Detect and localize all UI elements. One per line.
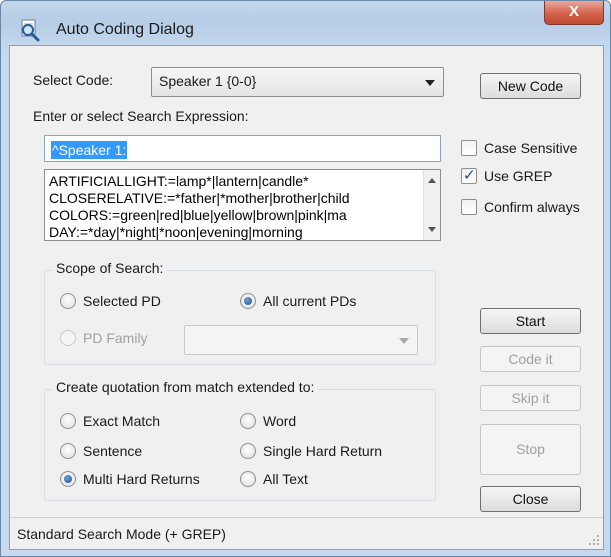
pd-family-radio[interactable]: [60, 330, 76, 346]
single-hard-return-radio[interactable]: [240, 443, 256, 459]
window-title: Auto Coding Dialog: [56, 21, 194, 38]
list-item[interactable]: DAY:=*day|*night|*noon|evening|morning: [49, 224, 303, 240]
select-code-dropdown[interactable]: Speaker 1 {0-0}: [151, 67, 444, 97]
all-current-pds-label: All current PDs: [263, 293, 357, 309]
select-code-label: Select Code:: [33, 72, 114, 88]
radio-selected-dot: [244, 297, 252, 305]
scroll-up-icon[interactable]: [428, 178, 436, 183]
scroll-down-icon[interactable]: [428, 227, 436, 232]
all-text-label: All Text: [263, 471, 308, 487]
close-icon: X: [568, 3, 579, 20]
select-code-value: Speaker 1 {0-0}: [159, 73, 257, 89]
confirm-always-checkbox[interactable]: [461, 199, 477, 215]
selected-pd-radio[interactable]: [60, 293, 76, 309]
dialog-body: Select Code: Speaker 1 {0-0} New Code En…: [9, 45, 604, 550]
start-button[interactable]: Start: [480, 308, 581, 334]
chevron-down-icon: [425, 80, 435, 86]
chevron-down-icon: [399, 338, 409, 344]
skip-it-button[interactable]: Skip it: [480, 385, 581, 411]
sentence-radio[interactable]: [60, 443, 76, 459]
search-expression-value: ^Speaker 1:: [51, 141, 128, 159]
use-grep-checkbox[interactable]: ✓: [461, 167, 477, 184]
status-text: Standard Search Mode (+ GREP): [17, 526, 226, 542]
confirm-always-label: Confirm always: [484, 199, 580, 215]
exact-match-radio[interactable]: [60, 413, 76, 429]
selected-pd-label: Selected PD: [83, 293, 161, 309]
pd-family-dropdown[interactable]: [184, 325, 418, 355]
stop-button[interactable]: Stop: [480, 424, 581, 475]
single-hard-return-label: Single Hard Return: [263, 443, 383, 459]
window-close-button[interactable]: X: [544, 1, 604, 25]
search-expression-list[interactable]: ARTIFICIALLIGHT:=lamp*|lantern|candle* C…: [44, 169, 441, 241]
magnifier-icon: [21, 19, 40, 42]
checkmark-icon: ✓: [463, 167, 476, 184]
multi-hard-returns-label: Multi Hard Returns: [83, 471, 200, 487]
pd-family-label: PD Family: [83, 330, 148, 346]
search-expression-input[interactable]: ^Speaker 1:: [44, 135, 441, 162]
case-sensitive-label: Case Sensitive: [484, 140, 578, 156]
code-it-button[interactable]: Code it: [480, 346, 581, 372]
title-bar[interactable]: Auto Coding Dialog X: [1, 1, 610, 42]
radio-selected-dot: [64, 475, 72, 483]
multi-hard-returns-radio[interactable]: [60, 471, 76, 487]
sentence-label: Sentence: [83, 443, 143, 459]
word-label: Word: [263, 413, 297, 429]
auto-coding-dialog: Auto Coding Dialog X Select Code: Speake…: [0, 0, 611, 557]
all-current-pds-radio[interactable]: [240, 293, 256, 309]
list-item[interactable]: COLORS:=green|red|blue|yellow|brown|pink…: [49, 207, 347, 223]
all-text-radio[interactable]: [240, 471, 256, 487]
search-expression-label: Enter or select Search Expression:: [33, 108, 249, 124]
scope-of-search-title: Scope of Search:: [52, 260, 168, 276]
word-radio[interactable]: [240, 413, 256, 429]
status-bar: Standard Search Mode (+ GREP): [10, 517, 603, 549]
quotation-extent-title: Create quotation from match extended to:: [52, 379, 319, 395]
list-item[interactable]: ARTIFICIALLIGHT:=lamp*|lantern|candle*: [49, 173, 309, 189]
resize-grip-icon[interactable]: [588, 534, 600, 546]
exact-match-label: Exact Match: [83, 413, 161, 429]
use-grep-label: Use GREP: [484, 168, 553, 184]
list-item[interactable]: CLOSERELATIVE:=*father|*mother|brother|c…: [49, 190, 350, 206]
new-code-button[interactable]: New Code: [480, 73, 581, 99]
case-sensitive-checkbox[interactable]: [461, 140, 477, 156]
close-button[interactable]: Close: [480, 486, 581, 512]
list-scrollbar[interactable]: [423, 170, 440, 240]
